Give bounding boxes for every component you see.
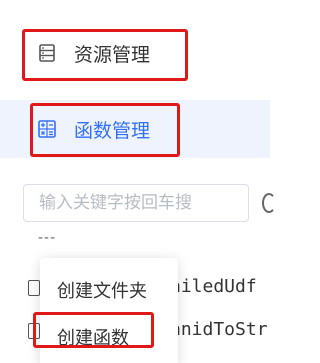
context-menu: 创建文件夹 创建函数: [40, 258, 178, 363]
refresh-icon[interactable]: [262, 193, 276, 213]
nav-item-functions[interactable]: 函数管理: [0, 100, 270, 158]
nav-label-functions: 函数管理: [74, 119, 151, 142]
list-item-label: anidToStr: [170, 319, 268, 340]
function-calc-icon: [38, 120, 56, 138]
tree-ellipsis: ---: [38, 230, 57, 246]
list-doc-icon: [39, 44, 55, 62]
search-input[interactable]: [39, 193, 249, 213]
list-item-label: ailedUdf: [170, 276, 257, 297]
menu-item-create-folder[interactable]: 创建文件夹: [40, 268, 178, 312]
nav-label-resources: 资源管理: [74, 43, 151, 66]
nav-item-resources[interactable]: 资源管理: [0, 24, 270, 82]
menu-item-create-function[interactable]: 创建函数: [40, 315, 178, 359]
file-icon: [28, 280, 40, 296]
search-box[interactable]: [23, 184, 249, 222]
file-icon: [28, 323, 40, 339]
